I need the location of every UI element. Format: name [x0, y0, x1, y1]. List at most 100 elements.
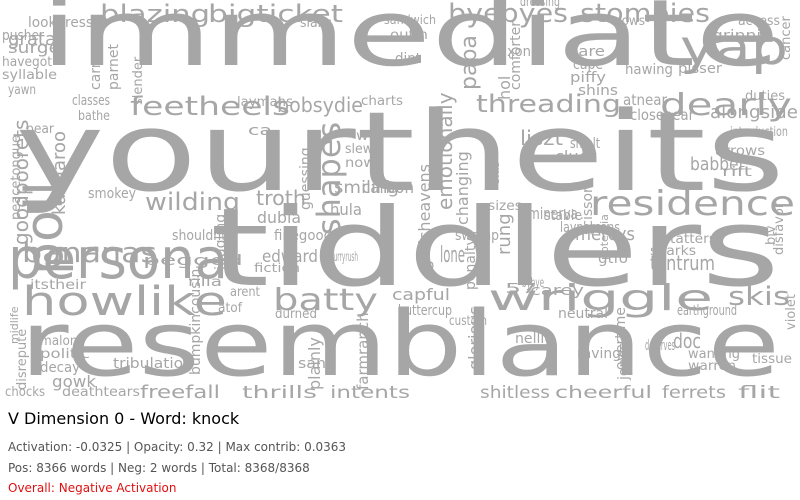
cloud-word: pear: [26, 122, 55, 137]
cloud-word: politic: [40, 347, 90, 362]
dimension-title: V Dimension 0 - Word: knock: [8, 409, 240, 428]
cloud-word: doc: [673, 329, 701, 353]
cloud-word: pegged: [143, 253, 243, 269]
cloud-word: atof: [218, 301, 242, 316]
cloud-word: chocks: [5, 385, 45, 400]
cloud-word: guessing: [298, 147, 314, 210]
cloud-word: arrows: [715, 144, 765, 159]
cloud-word: carney: [88, 42, 104, 90]
cloud-word: cheerful: [555, 383, 652, 400]
cloud-word: lone: [440, 243, 465, 268]
cloud-word: ferrets: [662, 383, 726, 400]
cloud-word: carbon: [362, 178, 414, 198]
cloud-word: hula: [330, 200, 362, 219]
cloud-word: farmranch: [354, 312, 372, 390]
cloud-word: slans: [300, 16, 332, 31]
cloud-word: shins: [578, 83, 618, 99]
cloud-word: itstheir: [30, 278, 87, 293]
activation-stats: Activation: -0.0325 | Opacity: 0.32 | Ma…: [8, 440, 347, 454]
cloud-word: deserves: [645, 338, 675, 354]
cloud-word: closenear: [630, 106, 695, 124]
cloud-word: tatters: [670, 232, 716, 247]
cloud-word: rift: [722, 165, 752, 180]
cloud-word: cows: [615, 14, 645, 29]
cloud-word: bathe: [78, 109, 110, 124]
cloud-word: sizes: [488, 199, 522, 214]
cloud-word: deathtears: [62, 385, 140, 400]
overall-activation: Overall: Negative Activation: [8, 481, 177, 495]
cloud-word: kangaroo: [49, 131, 70, 215]
cloud-word: laypersons: [560, 220, 620, 236]
cloud-word: capful: [392, 285, 450, 304]
cloud-word: dressing: [520, 0, 560, 10]
cloud-word: duties: [745, 89, 785, 104]
cloud-word: yawn: [8, 83, 36, 98]
cloud-word: skis: [728, 282, 790, 312]
cloud-word: wily: [356, 129, 386, 144]
cloud-word: nowt: [345, 156, 381, 171]
cloud-word: smokey: [88, 186, 136, 202]
cloud-word: parnet: [106, 44, 122, 90]
cloud-word: cancer: [779, 16, 794, 60]
cloud-word: bananas: [22, 236, 157, 269]
cloud-word: hurryrush: [330, 250, 358, 265]
cloud-word: gtfo: [598, 251, 628, 267]
cloud-word: finegood: [274, 228, 332, 244]
cloud-word: shitless: [480, 383, 550, 400]
cloud-word: tissue: [752, 352, 792, 367]
cloud-word: alongside: [710, 102, 798, 123]
cloud-word: hawing: [625, 62, 673, 78]
cloud-word: biv: [764, 225, 779, 245]
cloud-word: bybye: [522, 276, 544, 291]
cloud-word: arent: [230, 285, 260, 300]
cloud-word: residence: [590, 184, 795, 224]
cloud-word: neutral: [558, 306, 608, 322]
cloud-word: penalty: [463, 237, 479, 290]
cloud-word: stompies: [580, 0, 710, 29]
cloud-word: dint: [395, 51, 421, 67]
cloud-word: godsheavens: [415, 164, 434, 270]
cloud-word: skis: [488, 161, 502, 184]
cloud-word: wilding: [145, 188, 240, 216]
cloud-word: outin: [390, 28, 428, 43]
cloud-word: violet: [784, 294, 799, 330]
cloud-word: smelt: [570, 136, 600, 152]
cloud-word: slew: [345, 142, 373, 157]
cloud-word: surge: [8, 38, 60, 57]
cloud-word: dubia: [257, 208, 301, 227]
cloud-word: swamp: [455, 228, 499, 244]
cloud-word: pisser: [678, 61, 722, 77]
cloud-word: papa: [457, 35, 482, 90]
cloud-word: sandwich: [384, 13, 436, 27]
cloud-word: nellie: [515, 331, 553, 347]
cloud-word: buttercup: [398, 303, 452, 319]
cloud-word: slender: [131, 56, 146, 105]
word-counts: Pos: 8366 words | Neg: 2 words | Total: …: [8, 461, 310, 475]
cloud-word: bumpkincousin: [188, 269, 204, 375]
cloud-word: durned: [275, 307, 317, 322]
cloud-word: peacetongue: [9, 135, 24, 220]
cloud-word: blazing: [100, 0, 210, 28]
cloud-word: laymans: [237, 95, 293, 110]
cloud-word: ca: [248, 123, 272, 139]
cloud-word: charts: [361, 94, 403, 109]
cloud-word: changing: [453, 151, 472, 225]
cloud-word: introduction: [730, 125, 788, 140]
cloud-word: midlife: [8, 306, 21, 344]
cloud-word: freefall: [140, 382, 220, 400]
cloud-word: overtime: [613, 307, 629, 370]
cloud-word: malone: [40, 334, 85, 349]
cloud-word: flit: [738, 383, 781, 400]
cloud-word: grinnin: [712, 28, 772, 44]
cloud-word: tribulation: [113, 356, 193, 372]
cloud-word: access: [738, 14, 780, 29]
cloud-word: syllable: [2, 68, 57, 83]
word-cloud: immediate yourtheits tiddlers resemblance pe…: [0, 0, 800, 400]
cloud-word: custom: [449, 314, 487, 329]
cloud-word: classes: [72, 93, 110, 109]
cloud-word: fiction: [254, 261, 300, 275]
cloud-word: earthground: [677, 303, 737, 319]
cloud-word: warren: [688, 359, 736, 374]
cloud-word: decay: [40, 360, 80, 376]
cloud-word: comforter: [508, 21, 524, 90]
